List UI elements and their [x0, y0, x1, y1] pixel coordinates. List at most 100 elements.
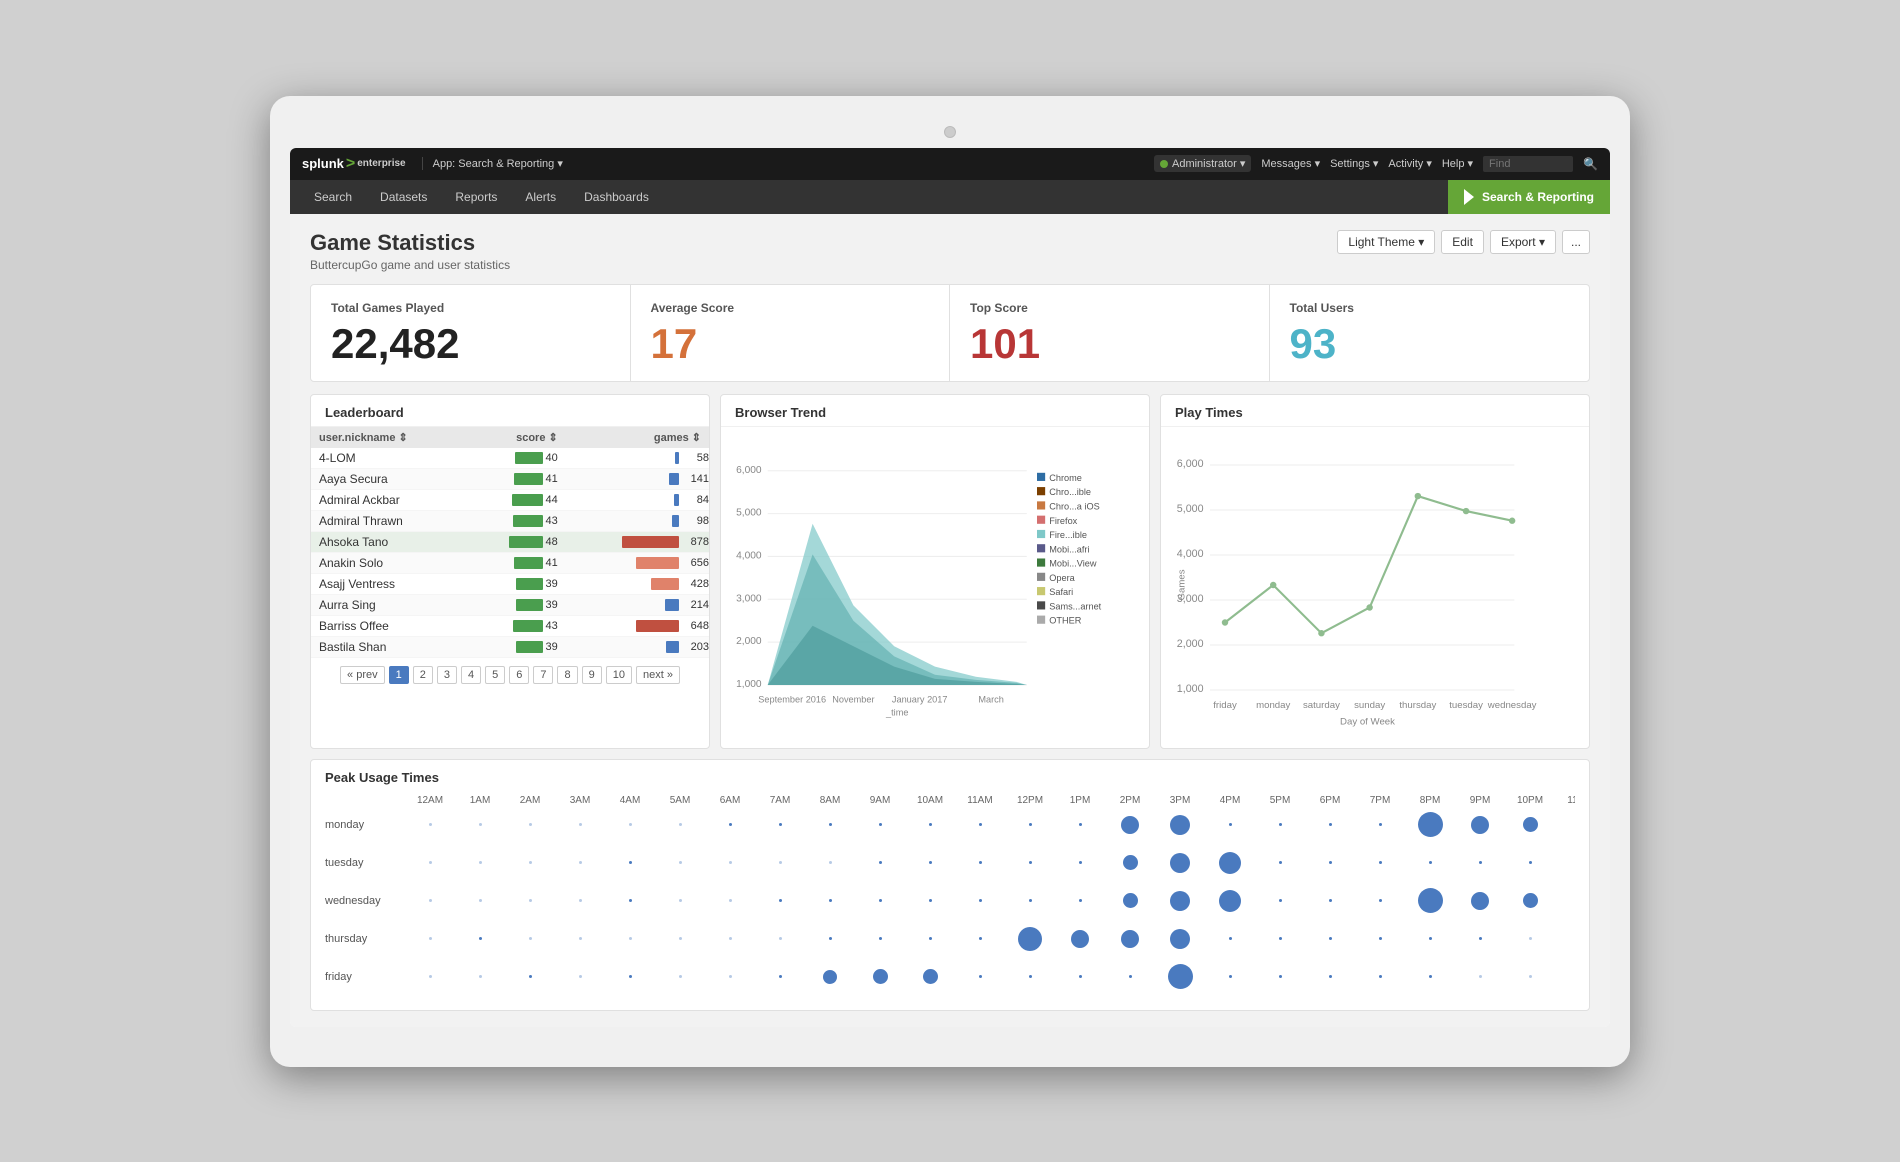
nav-reports[interactable]: Reports: [441, 180, 511, 214]
edit-button[interactable]: Edit: [1441, 230, 1484, 254]
peak-dot-cell: [1505, 962, 1555, 992]
lb-score: 44: [469, 489, 566, 510]
peak-dot-cell: [1205, 810, 1255, 840]
svg-text:Mobi...View: Mobi...View: [1049, 558, 1097, 568]
svg-text:sunday: sunday: [1354, 700, 1385, 711]
peak-dots: [405, 810, 1575, 840]
peak-dot-cell: [1005, 924, 1055, 954]
col-games[interactable]: games ⇕: [566, 427, 709, 448]
page-1[interactable]: 1: [389, 666, 409, 684]
peak-dot: [929, 823, 932, 826]
play-times-chart: 6,000 5,000 4,000 3,000 2,000 1,000 Game…: [1161, 427, 1589, 748]
peak-dot-cell: [1505, 810, 1555, 840]
peak-dot-cell: [655, 886, 705, 916]
theme-button[interactable]: Light Theme ▾: [1337, 230, 1435, 254]
peak-dot: [923, 969, 938, 984]
peak-dot-cell: [555, 962, 605, 992]
peak-dot-cell: [1105, 810, 1155, 840]
peak-dot: [829, 937, 832, 940]
peak-hour-label: 7PM: [1355, 795, 1405, 806]
peak-dot-cell: [1505, 848, 1555, 878]
help-button[interactable]: Help ▾: [1442, 157, 1473, 170]
lb-games: 98: [566, 510, 709, 531]
svg-text:Chro...ible: Chro...ible: [1049, 487, 1091, 497]
peak-dot: [1079, 899, 1082, 902]
peak-dot-cell: [755, 848, 805, 878]
lb-games: 141: [566, 468, 709, 489]
page-7[interactable]: 7: [533, 666, 553, 684]
peak-dot: [929, 861, 932, 864]
peak-dot-cell: [555, 810, 605, 840]
more-button[interactable]: ...: [1562, 230, 1590, 254]
svg-text:wednesday: wednesday: [1487, 700, 1537, 711]
settings-button[interactable]: Settings ▾: [1330, 157, 1378, 170]
peak-dot-cell: [405, 848, 455, 878]
lb-games: 84: [566, 489, 709, 510]
page-5[interactable]: 5: [485, 666, 505, 684]
peak-dot-cell: [455, 924, 505, 954]
peak-dot: [429, 899, 432, 902]
peak-dot: [979, 937, 982, 940]
peak-dot-cell: [855, 886, 905, 916]
peak-dot-cell: [555, 848, 605, 878]
top-nav: splunk > enterprise App: Search & Report…: [290, 148, 1610, 180]
peak-dot: [729, 899, 732, 902]
peak-dot-cell: [1005, 848, 1055, 878]
peak-dot-cell: [455, 810, 505, 840]
peak-day-label: tuesday: [325, 857, 405, 869]
peak-dot-cell: [1455, 924, 1505, 954]
nav-dashboards[interactable]: Dashboards: [570, 180, 663, 214]
peak-dot: [429, 975, 432, 978]
page-4[interactable]: 4: [461, 666, 481, 684]
peak-dot-cell: [855, 924, 905, 954]
peak-dot: [1279, 975, 1282, 978]
prev-page[interactable]: « prev: [340, 666, 385, 684]
peak-dot-cell: [1555, 924, 1575, 954]
peak-dot: [629, 975, 632, 978]
page-8[interactable]: 8: [557, 666, 577, 684]
peak-dot: [1229, 975, 1232, 978]
col-score[interactable]: score ⇕: [469, 427, 566, 448]
peak-dot-cell: [905, 962, 955, 992]
browser-trend-panel: Browser Trend 6,000 5,000 4,000 3,000 2,…: [720, 394, 1150, 749]
peak-row: tuesday: [325, 848, 1575, 878]
peak-dot: [1479, 861, 1482, 864]
find-input[interactable]: [1483, 156, 1573, 172]
page-2[interactable]: 2: [413, 666, 433, 684]
lb-score: 40: [469, 448, 566, 469]
nav-search[interactable]: Search: [300, 180, 366, 214]
peak-hour-label: 5AM: [655, 795, 705, 806]
page-9[interactable]: 9: [582, 666, 602, 684]
search-icon: 🔍: [1583, 157, 1598, 171]
svg-text:Mobi...afri: Mobi...afri: [1049, 544, 1089, 554]
page-10[interactable]: 10: [606, 666, 632, 684]
nav-datasets[interactable]: Datasets: [366, 180, 441, 214]
svg-text:Firefox: Firefox: [1049, 515, 1077, 525]
peak-dot: [779, 899, 782, 902]
col-nickname[interactable]: user.nickname ⇕: [311, 427, 469, 448]
nav-alerts[interactable]: Alerts: [511, 180, 570, 214]
peak-dot: [679, 823, 682, 826]
peak-hour-label: 2AM: [505, 795, 555, 806]
activity-button[interactable]: Activity ▾: [1388, 157, 1431, 170]
page-6[interactable]: 6: [509, 666, 529, 684]
peak-dot: [729, 823, 732, 826]
peak-dot-cell: [1205, 886, 1255, 916]
page-3[interactable]: 3: [437, 666, 457, 684]
peak-dot-cell: [705, 962, 755, 992]
admin-button[interactable]: Administrator ▾: [1154, 155, 1251, 172]
peak-dot-cell: [505, 810, 555, 840]
peak-dot-cell: [705, 810, 755, 840]
peak-dot: [429, 823, 432, 826]
browser-trend-title: Browser Trend: [721, 395, 1149, 427]
export-button[interactable]: Export ▾: [1490, 230, 1556, 254]
svg-text:monday: monday: [1256, 700, 1290, 711]
stat-label-top: Top Score: [970, 301, 1249, 315]
peak-dot: [1071, 930, 1089, 948]
peak-dot-cell: [1105, 962, 1155, 992]
peak-dot: [629, 899, 632, 902]
peak-dot-cell: [405, 886, 455, 916]
next-page[interactable]: next »: [636, 666, 680, 684]
messages-button[interactable]: Messages ▾: [1261, 157, 1320, 170]
app-label[interactable]: App: Search & Reporting ▾: [422, 157, 563, 170]
